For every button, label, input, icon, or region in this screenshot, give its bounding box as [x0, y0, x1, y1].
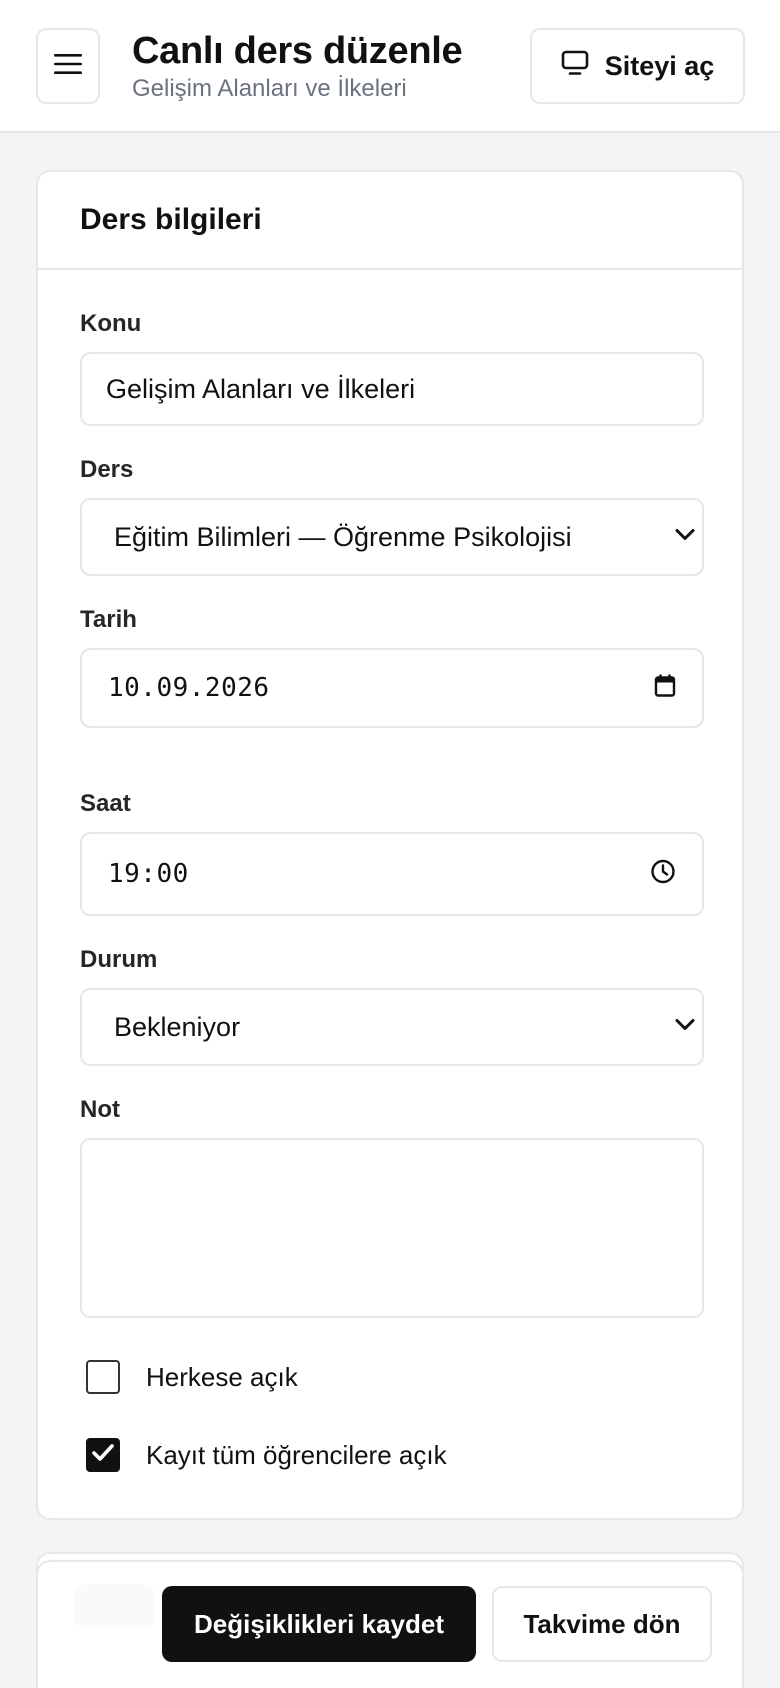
- public-checkbox-label: Herkese açık: [146, 1361, 298, 1392]
- menu-button[interactable]: [36, 28, 100, 104]
- recording-checkbox-row[interactable]: Kayıt tüm öğrencilere açık: [86, 1438, 447, 1472]
- time-label: Saat: [80, 790, 131, 817]
- topic-label: Konu: [80, 310, 142, 337]
- time-input[interactable]: 19:00: [80, 832, 704, 916]
- card-header: Ders bilgileri: [38, 172, 742, 270]
- chevron-down-icon: [674, 528, 696, 547]
- status-label: Durum: [80, 946, 158, 973]
- menu-icon: [53, 53, 83, 80]
- date-input[interactable]: 10.09.2026: [80, 648, 704, 728]
- date-value: 10.09.2026: [108, 673, 270, 703]
- note-textarea[interactable]: [80, 1138, 704, 1318]
- card-title: Ders bilgileri: [80, 203, 262, 236]
- action-bar: Değişiklikleri kaydet Takvime dön: [36, 1560, 744, 1688]
- public-checkbox[interactable]: [86, 1360, 120, 1394]
- back-to-calendar-button[interactable]: Takvime dön: [492, 1586, 712, 1662]
- title-group: Canlı ders düzenle Gelişim Alanları ve İ…: [132, 28, 463, 104]
- course-select[interactable]: Eğitim Bilimleri — Öğrenme Psikolojisi: [80, 498, 704, 576]
- page-subtitle: Gelişim Alanları ve İlkeleri: [132, 75, 407, 102]
- save-button[interactable]: Değişiklikleri kaydet: [162, 1586, 476, 1662]
- topic-input[interactable]: Gelişim Alanları ve İlkeleri: [80, 352, 704, 426]
- note-label: Not: [80, 1096, 120, 1123]
- time-value: 19:00: [108, 859, 189, 889]
- public-checkbox-row[interactable]: Herkese açık: [86, 1360, 298, 1394]
- calendar-icon[interactable]: [654, 674, 676, 703]
- status-value: Bekleniyor: [114, 1011, 241, 1042]
- open-site-label: Siteyi aç: [604, 50, 715, 81]
- chevron-down-icon: [674, 1018, 696, 1037]
- page-title: Canlı ders düzenle: [132, 30, 463, 72]
- status-select[interactable]: Bekleniyor: [80, 988, 704, 1066]
- course-value: Eğitim Bilimleri — Öğrenme Psikolojisi: [114, 521, 572, 552]
- lesson-info-card: Ders bilgileri Konu Gelişim Alanları ve …: [36, 170, 744, 1520]
- course-label: Ders: [80, 456, 134, 483]
- monitor-icon: [561, 50, 589, 83]
- open-site-button[interactable]: Siteyi aç: [530, 28, 745, 104]
- recording-checkbox-label: Kayıt tüm öğrencilere açık: [146, 1439, 447, 1470]
- ghost-button: [74, 1584, 154, 1628]
- check-icon: [91, 1443, 115, 1468]
- recording-checkbox[interactable]: [86, 1438, 120, 1472]
- clock-icon[interactable]: [650, 859, 676, 890]
- date-label: Tarih: [80, 606, 137, 633]
- top-bar: Canlı ders düzenle Gelişim Alanları ve İ…: [0, 0, 780, 133]
- topic-value: Gelişim Alanları ve İlkeleri: [106, 373, 416, 404]
